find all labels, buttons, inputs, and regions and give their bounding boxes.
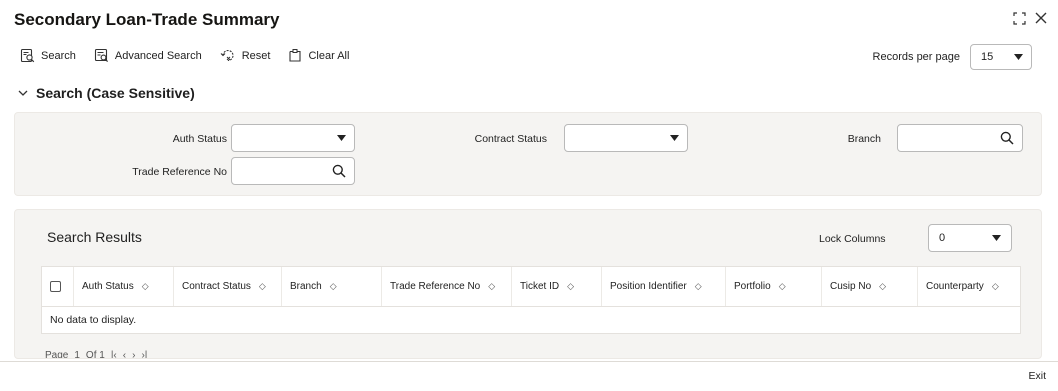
column-header[interactable]: Contract Status ◇ [174,267,282,306]
magnifier-icon[interactable] [332,164,346,178]
window-controls [1012,10,1048,26]
advanced-search-icon [94,48,108,63]
column-header[interactable]: Auth Status ◇ [74,267,174,306]
records-per-page-select[interactable]: 15 [970,44,1032,70]
search-button-label: Search [41,49,76,62]
lock-columns-select[interactable]: 0 [928,224,1012,252]
records-per-page-value: 15 [981,51,994,63]
search-section-toggle[interactable]: Search (Case Sensitive) [18,85,195,101]
footer: Exit [0,361,1058,391]
magnifier-icon[interactable] [1000,131,1014,145]
chevron-down-icon [1014,54,1023,60]
close-icon[interactable] [1034,10,1048,26]
chevron-down-icon [670,135,679,141]
prev-page-icon[interactable]: ‹ [123,350,126,358]
lock-columns-value: 0 [939,232,946,244]
column-header[interactable]: Counterparty ◇ [918,267,1020,306]
toolbar: Search Advanced Search Reset Clear All [20,48,349,63]
results-panel: Search Results Lock Columns 0 Auth Statu… [14,209,1042,359]
auth-status-select[interactable] [231,124,355,152]
pager: Page 1 Of 1 |‹ ‹ › ›| [45,350,147,358]
pager-of-label: Of 1 [85,350,105,358]
branch-input[interactable] [897,124,1023,152]
search-section-title: Search (Case Sensitive) [36,85,195,101]
records-per-page-label: Records per page [872,51,960,63]
chevron-down-icon [18,90,28,96]
column-header[interactable]: Position Identifier ◇ [602,267,726,306]
sort-icon[interactable]: ◇ [567,281,574,292]
results-title: Search Results [47,229,142,245]
table-header: Auth Status ◇ Contract Status ◇ Branch ◇ Tr… [42,267,1020,307]
column-header[interactable]: Ticket ID ◇ [512,267,602,306]
column-header[interactable]: Cusip No ◇ [822,267,918,306]
reset-button[interactable]: Reset [220,48,271,63]
column-header[interactable]: Branch ◇ [282,267,382,306]
page-title: Secondary Loan-Trade Summary [14,10,280,29]
pager-page-value[interactable]: 1 [74,350,80,358]
chevron-down-icon [992,235,1001,241]
sort-icon[interactable]: ◇ [779,281,786,292]
results-table: Auth Status ◇ Contract Status ◇ Branch ◇ Tr… [41,266,1021,334]
sort-icon[interactable]: ◇ [695,281,702,292]
trade-reference-no-label: Trade Reference No [132,166,227,178]
records-per-page: Records per page 15 [873,44,1032,70]
sort-icon[interactable]: ◇ [992,281,999,292]
reset-button-label: Reset [241,49,271,62]
next-page-icon[interactable]: › [132,350,135,358]
sort-icon[interactable]: ◇ [142,281,149,292]
trade-reference-no-input[interactable] [231,157,355,185]
branch-label: Branch [847,133,881,145]
search-doc-icon [20,48,35,63]
column-header[interactable]: Trade Reference No ◇ [382,267,512,306]
clear-all-button[interactable]: Clear All [288,48,349,63]
select-all-checkbox[interactable] [50,281,61,292]
maximize-icon[interactable] [1012,10,1026,26]
empty-message: No data to display. [50,314,137,326]
clear-all-button-label: Clear All [308,49,350,62]
search-button[interactable]: Search [20,48,76,63]
last-page-icon[interactable]: ›| [141,350,147,358]
sort-icon[interactable]: ◇ [259,281,266,292]
chevron-down-icon [337,135,346,141]
title-bar: Secondary Loan-Trade Summary [0,0,1058,40]
column-header[interactable]: Portfolio ◇ [726,267,822,306]
first-page-icon[interactable]: |‹ [111,350,117,358]
auth-status-label: Auth Status [172,133,227,145]
sort-icon[interactable]: ◇ [488,281,495,292]
search-panel: Auth Status Contract Status Branch Trade… [14,112,1042,196]
contract-status-select[interactable] [564,124,688,152]
advanced-search-button[interactable]: Advanced Search [94,48,202,63]
lock-columns-label: Lock Columns [819,233,886,245]
select-all-cell [42,267,74,306]
clear-all-icon [289,49,302,62]
contract-status-label: Contract Status [474,133,547,145]
pager-page-label: Page [45,350,69,358]
exit-button[interactable]: Exit [1028,370,1046,382]
sort-icon[interactable]: ◇ [879,281,886,292]
sort-icon[interactable]: ◇ [330,281,337,292]
advanced-search-button-label: Advanced Search [114,49,202,62]
reset-icon [220,49,234,62]
